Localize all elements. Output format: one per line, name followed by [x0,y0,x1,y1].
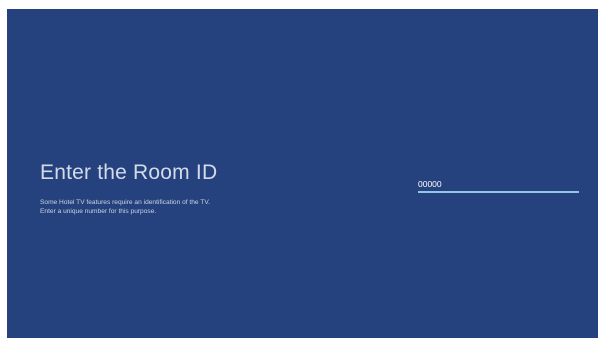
page-title: Enter the Room ID [40,161,218,184]
room-id-input[interactable] [418,176,579,191]
description-line-2: Enter a unique number for this purpose. [40,207,157,215]
tv-setup-screen: Enter the Room ID Some Hotel TV features… [7,9,598,338]
room-id-field[interactable] [418,176,579,193]
input-underline [418,191,579,193]
description: Some Hotel TV features require an identi… [40,199,210,216]
description-line-1: Some Hotel TV features require an identi… [40,199,210,206]
